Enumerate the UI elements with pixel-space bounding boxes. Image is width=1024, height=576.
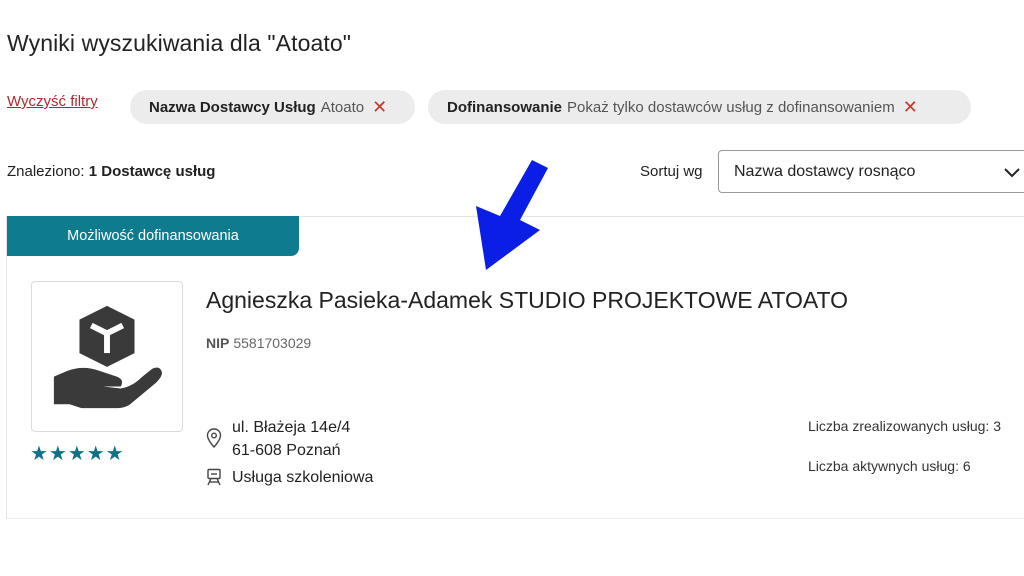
location-pin-icon bbox=[206, 428, 222, 448]
chevron-down-icon bbox=[1004, 168, 1020, 178]
clear-filters-link[interactable]: Wyczyść filtry bbox=[7, 93, 98, 110]
address-line-2: 61-608 Poznań bbox=[232, 442, 341, 459]
results-count: Znaleziono: 1 Dostawcę usług bbox=[7, 163, 215, 180]
filter-chip-funding: Dofinansowanie Pokaż tylko dostawców usł… bbox=[428, 90, 971, 124]
sort-select-value: Nazwa dostawcy rosnąco bbox=[734, 162, 916, 180]
chip-key: Nazwa Dostawcy Usług bbox=[149, 98, 316, 116]
nip-value: 5581703029 bbox=[233, 335, 312, 351]
blue-arrow-pointer-icon bbox=[476, 160, 548, 270]
remove-filter-icon[interactable]: ✕ bbox=[903, 98, 918, 116]
sort-label: Sortuj wg bbox=[640, 163, 703, 180]
page-title: Wyniki wyszukiwania dla "Atoato" bbox=[7, 30, 352, 56]
stat-completed-services: Liczba zrealizowanych usług: 3 bbox=[808, 418, 1001, 434]
results-count-value: 1 Dostawcę usług bbox=[88, 163, 216, 180]
filter-chip-provider-name: Nazwa Dostawcy Usług Atoato ✕ bbox=[130, 90, 415, 124]
nip-label: NIP bbox=[206, 335, 230, 351]
rating-stars: ★★★★★ bbox=[30, 443, 125, 465]
chip-key: Dofinansowanie bbox=[447, 98, 563, 116]
provider-logo bbox=[31, 281, 183, 432]
remove-filter-icon[interactable]: ✕ bbox=[372, 98, 387, 116]
funding-badge: Możliwość dofinansowania bbox=[7, 216, 299, 256]
training-board-icon bbox=[207, 468, 221, 486]
chip-value: Atoato bbox=[320, 98, 365, 116]
sort-select[interactable]: Nazwa dostawcy rosnąco bbox=[718, 150, 1024, 193]
nip: NIP 5581703029 bbox=[206, 335, 311, 351]
provider-name[interactable]: Agnieszka Pasieka-Adamek STUDIO PROJEKTO… bbox=[206, 287, 848, 314]
results-count-label: Znaleziono: bbox=[7, 163, 85, 180]
service-type: Usługa szkoleniowa bbox=[232, 469, 374, 486]
hand-holding-box-icon bbox=[53, 305, 163, 408]
address-line-1: ul. Błażeja 14e/4 bbox=[232, 419, 351, 436]
stat-active-services: Liczba aktywnych usług: 6 bbox=[808, 458, 971, 474]
chip-value: Pokaż tylko dostawców usług z dofinansow… bbox=[567, 98, 895, 116]
